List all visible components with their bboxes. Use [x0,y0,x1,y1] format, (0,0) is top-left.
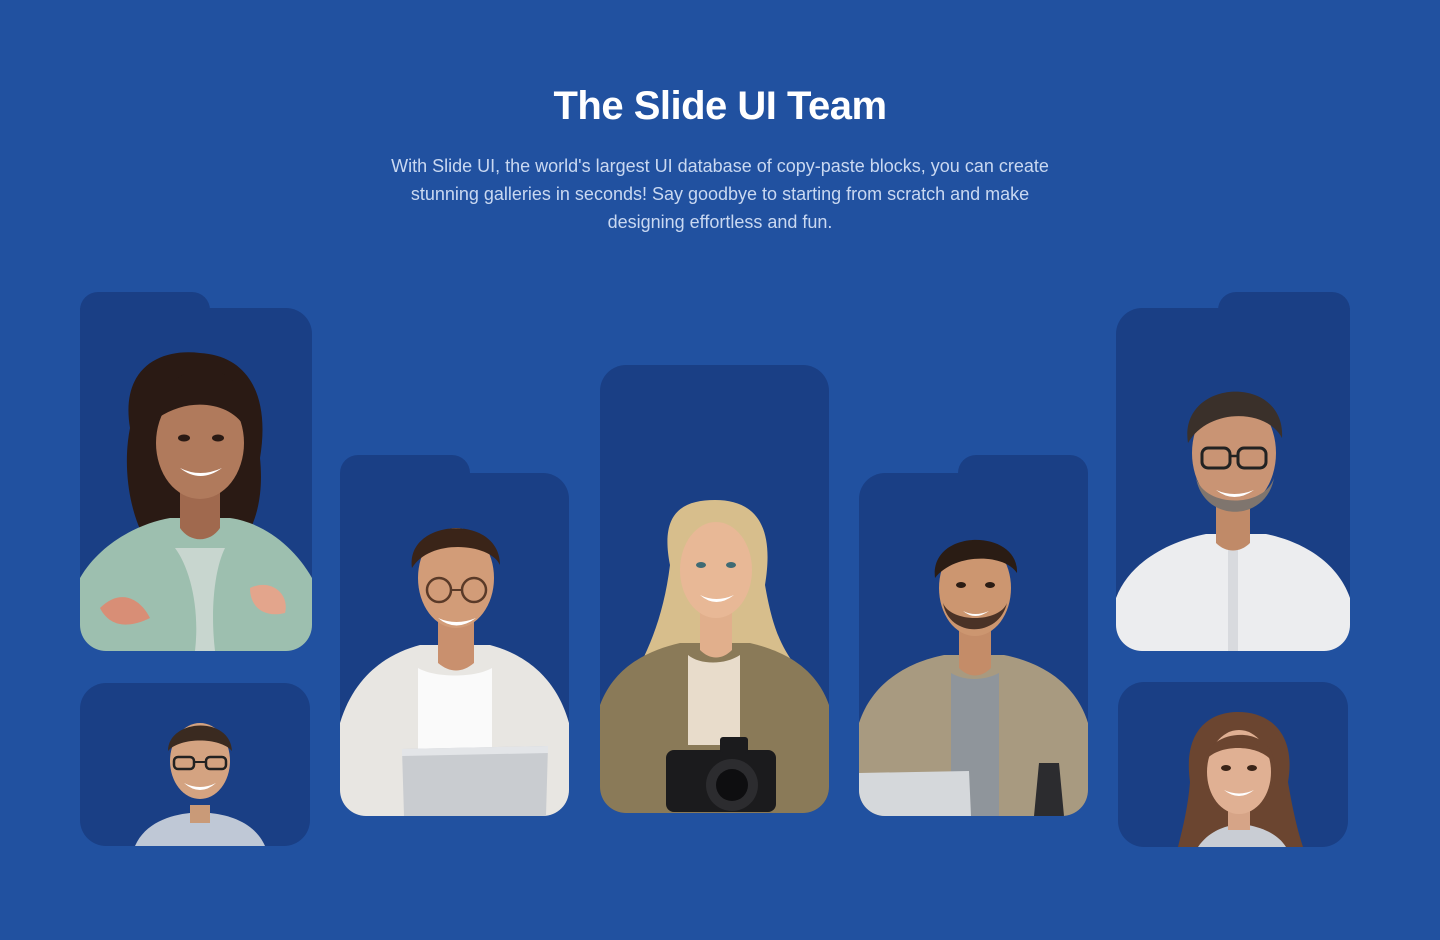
portrait-member-4 [600,500,829,813]
team-card-member-4[interactable] [600,365,829,813]
portrait-member-6 [1116,391,1350,651]
portrait-member-3 [340,528,569,816]
portrait-member-5 [859,539,1088,816]
section-title: The Slide UI Team [553,84,887,128]
team-card-member-6[interactable] [1116,308,1350,651]
section-description: With Slide UI, the world's largest UI da… [391,156,1049,232]
portrait-member-7 [1178,712,1303,847]
team-card-member-2[interactable] [80,683,310,846]
team-card-member-7[interactable] [1118,682,1348,847]
team-card-member-3[interactable] [340,473,569,816]
team-card-member-1[interactable] [80,308,312,651]
team-card-member-5[interactable] [859,473,1088,816]
portrait-member-2 [135,723,265,846]
portrait-member-1 [80,352,312,651]
team-header: The Slide UI Team With Slide UI, the wor… [0,82,1440,236]
